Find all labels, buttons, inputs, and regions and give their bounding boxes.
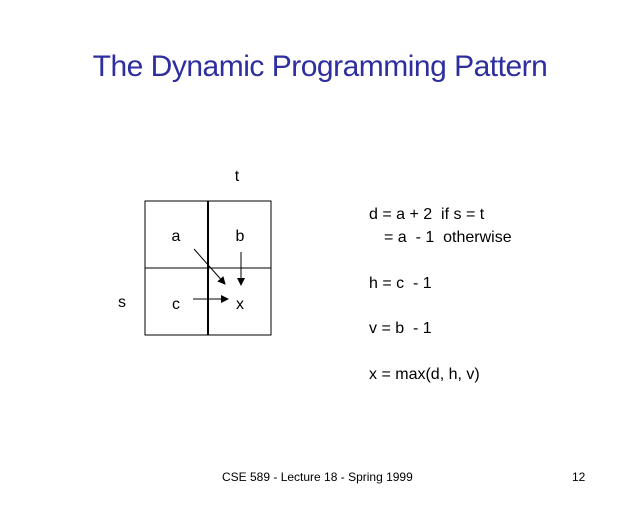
equation-x: x = max(d, h, v) (369, 366, 480, 383)
footer-text: CSE 589 - Lecture 18 - Spring 1999 (222, 470, 413, 484)
row-label-s: s (118, 294, 126, 311)
equation-d-line2: = a - 1 otherwise (384, 229, 512, 246)
cell-x: x (236, 296, 244, 313)
dp-grid-diagram: t s a b c x (118, 168, 272, 336)
column-label-t: t (235, 168, 240, 185)
equation-v: v = b - 1 (369, 320, 432, 337)
cell-b: b (236, 228, 245, 245)
arrow-diagonal (193, 248, 226, 285)
page-number: 12 (572, 470, 586, 484)
equation-d-line1: d = a + 2 if s = t (369, 206, 485, 223)
cell-c: c (172, 296, 180, 313)
equation-h: h = c - 1 (369, 275, 432, 292)
cell-a: a (172, 228, 181, 245)
